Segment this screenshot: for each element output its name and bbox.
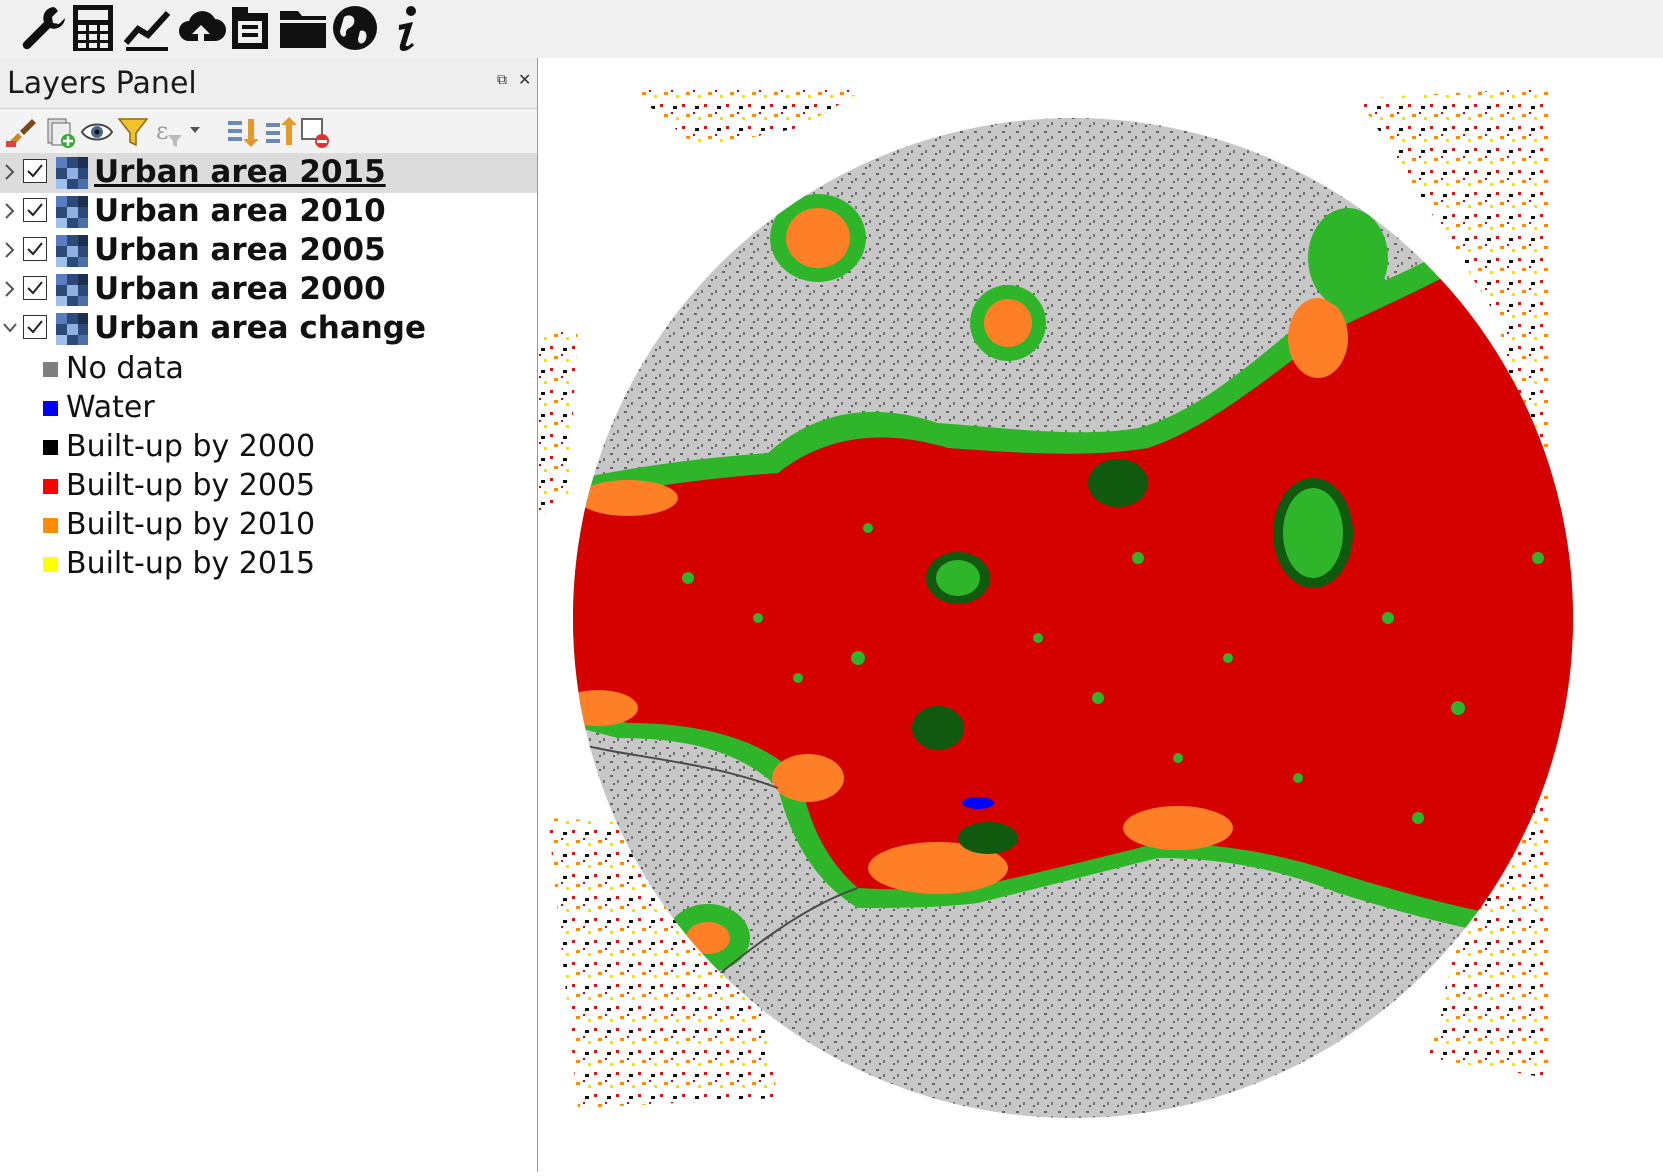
layer-visibility-checkbox[interactable] (23, 198, 47, 222)
legend-item-no-data: No data (0, 349, 537, 389)
layer-visibility-checkbox[interactable] (23, 237, 47, 261)
style-paint-icon[interactable] (4, 115, 38, 149)
layer-row-urban-area-2005[interactable]: Urban area 2005 (0, 231, 537, 271)
panel-titlebar: Layers Panel ⧉ ✕ (0, 58, 537, 109)
layers-toolbar: ε (0, 109, 537, 156)
legend-label: Built-up by 2005 (66, 468, 316, 503)
float-panel-icon[interactable]: ⧉ (497, 72, 507, 88)
legend-swatch (43, 479, 58, 494)
layer-visibility-checkbox[interactable] (23, 159, 47, 183)
svg-text:ε: ε (156, 117, 168, 145)
remove-layer-icon[interactable] (298, 115, 332, 149)
chevron-right-icon[interactable] (3, 280, 17, 298)
chevron-right-icon[interactable] (3, 202, 17, 220)
folder-icon[interactable] (276, 2, 330, 54)
legend-item-built-up-2010: Built-up by 2010 (0, 505, 537, 545)
layer-visibility-checkbox[interactable] (23, 315, 47, 339)
legend-swatch (43, 401, 58, 416)
layer-name: Urban area change (94, 310, 427, 346)
expand-all-icon[interactable] (224, 115, 258, 149)
layer-name: Urban area 2010 (94, 193, 386, 229)
chevron-down-icon[interactable] (3, 319, 17, 337)
expression-filter-icon[interactable]: ε (154, 115, 200, 149)
chevron-right-icon[interactable] (3, 163, 17, 181)
raster-layer-icon (56, 274, 88, 306)
legend-item-built-up-2015: Built-up by 2015 (0, 544, 537, 584)
layer-visibility-checkbox[interactable] (23, 276, 47, 300)
filter-icon[interactable] (116, 115, 150, 149)
layer-row-urban-area-change[interactable]: Urban area change (0, 309, 537, 349)
legend-label: Built-up by 2015 (66, 546, 316, 581)
map-canvas[interactable] (538, 58, 1663, 1172)
legend-item-built-up-2000: Built-up by 2000 (0, 427, 537, 467)
water-body (962, 797, 994, 809)
main-toolbar (0, 0, 1663, 59)
line-chart-icon[interactable] (120, 2, 174, 54)
layer-row-urban-area-2010[interactable]: Urban area 2010 (0, 192, 537, 232)
layer-row-urban-area-2000[interactable]: Urban area 2000 (0, 270, 537, 310)
legend-item-built-up-2005: Built-up by 2005 (0, 466, 537, 506)
raster-layer-icon (56, 157, 88, 189)
raster-layer-icon (56, 196, 88, 228)
legend-label: No data (66, 351, 184, 386)
legend-swatch (43, 440, 58, 455)
add-group-icon[interactable] (42, 115, 76, 149)
panel-title: Layers Panel (7, 66, 197, 101)
raster-layer-icon (56, 235, 88, 267)
legend-swatch (43, 362, 58, 377)
legend-label: Built-up by 2010 (66, 507, 316, 542)
raster-layer-icon (56, 313, 88, 345)
layer-name: Urban area 2005 (94, 232, 386, 268)
map-raster (538, 88, 1663, 1172)
eye-icon[interactable] (80, 115, 114, 149)
legend-item-water: Water (0, 388, 537, 428)
legend-swatch (43, 518, 58, 533)
layers-panel: Layers Panel ⧉ ✕ ε Urban area 2015 Urban… (0, 58, 538, 1172)
collapse-all-icon[interactable] (262, 115, 296, 149)
layer-name: Urban area 2015 (94, 154, 386, 190)
info-icon[interactable] (380, 2, 434, 54)
calculator-icon[interactable] (66, 2, 120, 54)
globe-icon[interactable] (328, 2, 382, 54)
legend-label: Water (66, 390, 155, 425)
document-icon[interactable] (224, 2, 278, 54)
close-icon[interactable]: ✕ (518, 70, 531, 89)
cloud-upload-icon[interactable] (174, 2, 228, 54)
chevron-right-icon[interactable] (3, 241, 17, 259)
layer-name: Urban area 2000 (94, 271, 386, 307)
wrench-icon[interactable] (16, 2, 70, 54)
legend-label: Built-up by 2000 (66, 429, 316, 464)
layer-row-urban-area-2015[interactable]: Urban area 2015 (0, 153, 537, 193)
legend-swatch (43, 557, 58, 572)
